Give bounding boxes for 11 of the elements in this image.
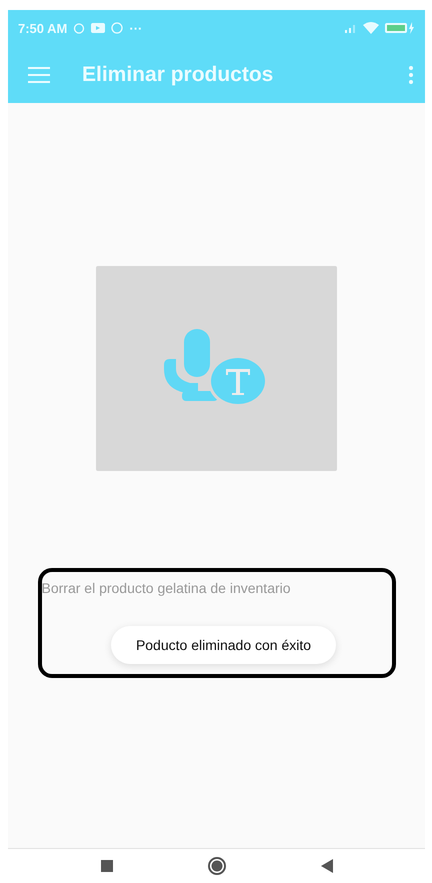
- more-notifications: ···: [129, 20, 142, 36]
- status-time: 7:50 AM: [18, 20, 68, 36]
- app-bar-title: Eliminar productos: [82, 62, 274, 86]
- home-icon[interactable]: [208, 857, 226, 875]
- signal-icon: [345, 23, 357, 33]
- toast-message: Poducto eliminado con éxito: [111, 626, 336, 664]
- recents-icon[interactable]: [100, 860, 112, 872]
- video-icon: [91, 23, 106, 33]
- battery-icon: [385, 22, 415, 34]
- back-icon[interactable]: [320, 859, 332, 873]
- wifi-icon: [363, 22, 379, 34]
